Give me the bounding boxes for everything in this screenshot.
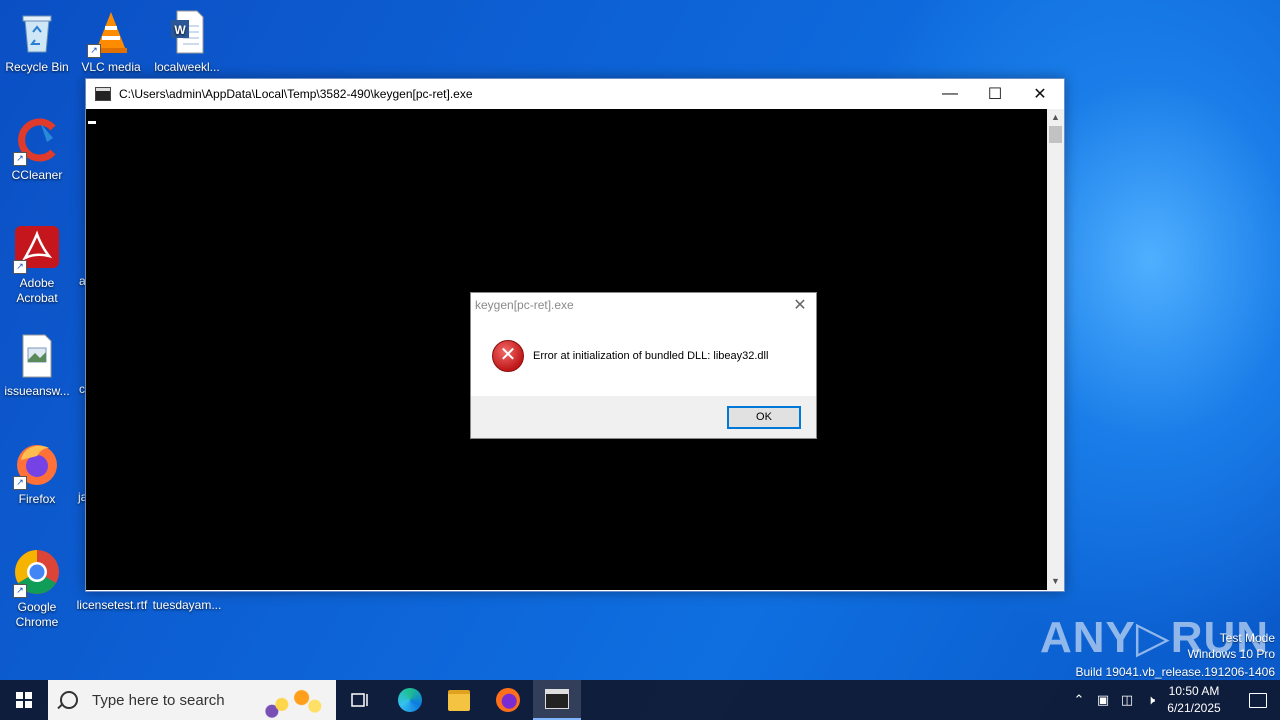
desktop-icon-label: Adobe Acrobat xyxy=(16,276,58,305)
dialog-title: keygen[pc-ret].exe xyxy=(475,298,574,312)
clock-time: 10:50 AM xyxy=(1168,684,1220,698)
desktop-icon-vlc[interactable]: ↗ VLC media xyxy=(74,8,148,75)
scroll-down-arrow-icon[interactable]: ▼ xyxy=(1047,573,1064,590)
console-title: C:\Users\admin\AppData\Local\Temp\3582-4… xyxy=(119,87,473,101)
console-app-icon xyxy=(545,689,569,709)
test-mode-label: Test Mode xyxy=(1219,631,1275,645)
desktop-icon-issueanswer-image[interactable]: issueansw... xyxy=(0,332,74,399)
close-button[interactable]: ✕ xyxy=(1017,79,1063,109)
error-icon: ✕ xyxy=(492,340,524,372)
console-app-icon xyxy=(95,87,111,101)
shortcut-arrow-icon: ↗ xyxy=(13,152,27,166)
ok-button[interactable]: OK xyxy=(727,406,801,429)
desktop-icon-label: issueansw... xyxy=(4,384,70,398)
shortcut-arrow-icon: ↗ xyxy=(87,44,101,58)
desktop-icon-recycle-bin[interactable]: Recycle Bin xyxy=(0,8,74,75)
folder-icon xyxy=(448,689,470,711)
chrome-icon: ↗ xyxy=(13,548,61,598)
network-icon[interactable]: ◫ xyxy=(1116,680,1138,720)
desktop-icon-firefox[interactable]: ↗ Firefox xyxy=(0,440,74,507)
tray-app-icon[interactable]: ▣ xyxy=(1092,680,1114,720)
shortcut-arrow-icon: ↗ xyxy=(13,584,27,598)
firefox-icon: ↗ xyxy=(13,440,61,490)
recycle-bin-icon xyxy=(13,8,61,56)
windows-build-label: Build 19041.vb_release.191206-1406 xyxy=(1075,665,1276,679)
desktop-icon-label: localweekl... xyxy=(154,60,220,74)
desktop-icon-licensetest-rtf[interactable]: licensetest.rtf xyxy=(75,598,149,613)
notification-center-button[interactable] xyxy=(1236,680,1280,720)
search-highlight-flowers-icon xyxy=(262,684,328,718)
desktop-icon-label: CCleaner xyxy=(11,168,63,182)
taskbar-edge-button[interactable] xyxy=(386,680,434,720)
console-titlebar[interactable]: C:\Users\admin\AppData\Local\Temp\3582-4… xyxy=(86,79,1064,109)
word-document-icon: W xyxy=(163,8,211,56)
taskbar-clock[interactable]: 10:50 AM 6/21/2025 xyxy=(1158,683,1230,717)
windows-edition-label: Windows 10 Pro xyxy=(1187,647,1275,661)
shortcut-arrow-icon: ↗ xyxy=(13,476,27,490)
desktop-icon-ccleaner[interactable]: ↗ CCleaner xyxy=(0,116,74,183)
desktop-icon-label: Google Chrome xyxy=(15,600,59,629)
maximize-button[interactable]: ☐ xyxy=(972,79,1018,109)
clock-date: 6/21/2025 xyxy=(1167,701,1221,715)
notification-icon xyxy=(1249,692,1267,708)
scroll-up-arrow-icon[interactable]: ▲ xyxy=(1047,109,1064,126)
error-dialog[interactable]: keygen[pc-ret].exe ✕ ✕ Error at initiali… xyxy=(470,292,817,439)
minimize-button[interactable]: — xyxy=(927,79,973,109)
taskbar-console-button[interactable] xyxy=(533,680,581,720)
edge-icon xyxy=(398,688,422,712)
image-file-icon xyxy=(13,332,61,380)
windows-logo-icon xyxy=(16,692,32,708)
desktop-icon-label: VLC media xyxy=(81,60,141,74)
taskbar-search-box[interactable]: Type here to search xyxy=(48,680,336,720)
console-cursor xyxy=(88,121,96,124)
taskbar-firefox-button[interactable] xyxy=(484,680,532,720)
desktop-icon-label: licensetest.rtf xyxy=(76,598,148,612)
task-view-icon xyxy=(351,693,368,707)
desktop-icon-tuesday-file[interactable]: tuesdayam... xyxy=(150,598,224,613)
adobe-acrobat-icon: ↗ xyxy=(13,224,61,274)
console-scrollbar[interactable]: ▲ ▼ xyxy=(1047,109,1064,590)
firefox-icon xyxy=(496,688,520,712)
taskbar: Type here to search ⌃ ▣ ◫ 🕨 10:50 AM 6/2… xyxy=(0,680,1280,720)
desktop-icon-adobe-acrobat[interactable]: ↗ Adobe Acrobat xyxy=(0,224,74,306)
desktop-icon-label: tuesdayam... xyxy=(152,598,222,612)
svg-text:W: W xyxy=(174,23,186,37)
error-message: Error at initialization of bundled DLL: … xyxy=(533,350,769,362)
desktop-icon-label: Firefox xyxy=(18,492,56,506)
vlc-cone-icon: ↗ xyxy=(87,8,135,58)
dialog-footer: OK xyxy=(471,396,816,438)
show-hidden-icons-button[interactable]: ⌃ xyxy=(1068,680,1090,720)
search-icon xyxy=(60,691,78,709)
shortcut-arrow-icon: ↗ xyxy=(13,260,27,274)
start-button[interactable] xyxy=(0,680,48,720)
scrollbar-thumb[interactable] xyxy=(1049,126,1062,143)
ccleaner-icon: ↗ xyxy=(13,116,61,166)
search-placeholder: Type here to search xyxy=(92,691,225,709)
desktop-icon-google-chrome[interactable]: ↗ Google Chrome xyxy=(0,548,74,630)
dialog-close-button[interactable]: ✕ xyxy=(790,295,810,315)
desktop-icon-localweekly-doc[interactable]: W localweekl... xyxy=(150,8,224,75)
task-view-button[interactable] xyxy=(336,680,384,720)
taskbar-file-explorer-button[interactable] xyxy=(435,680,483,720)
desktop-icon-label: Recycle Bin xyxy=(5,60,69,74)
